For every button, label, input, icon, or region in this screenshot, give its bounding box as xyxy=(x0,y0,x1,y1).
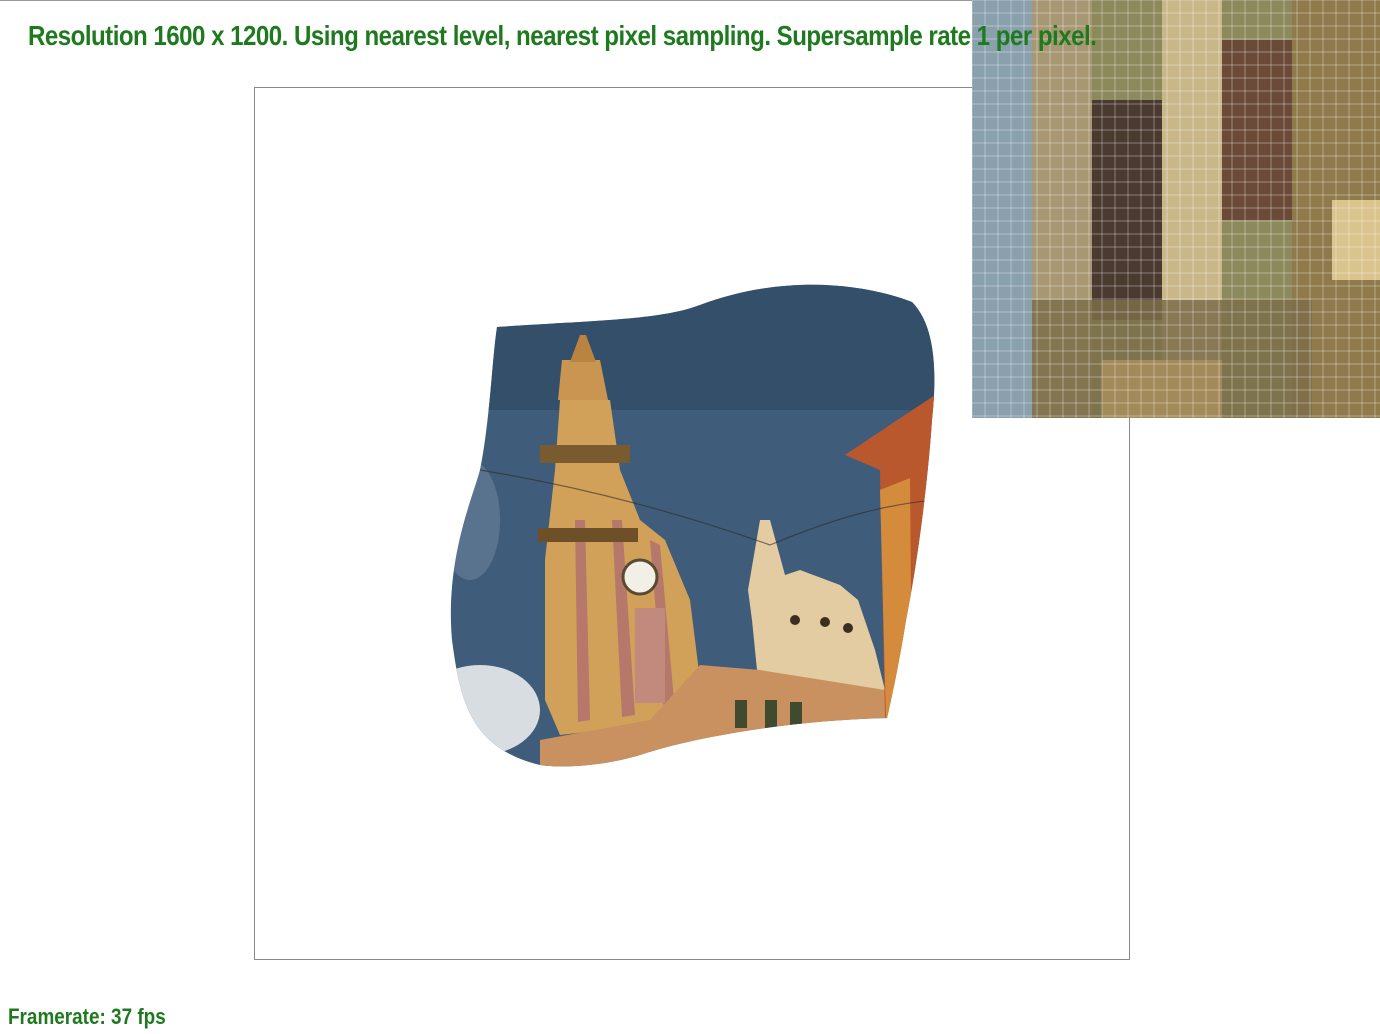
cloud xyxy=(450,665,540,755)
status-text: Resolution 1600 x 1200. Using nearest le… xyxy=(28,20,1097,51)
pixel-zoom-inset xyxy=(972,0,1380,418)
clock-face xyxy=(621,558,659,596)
